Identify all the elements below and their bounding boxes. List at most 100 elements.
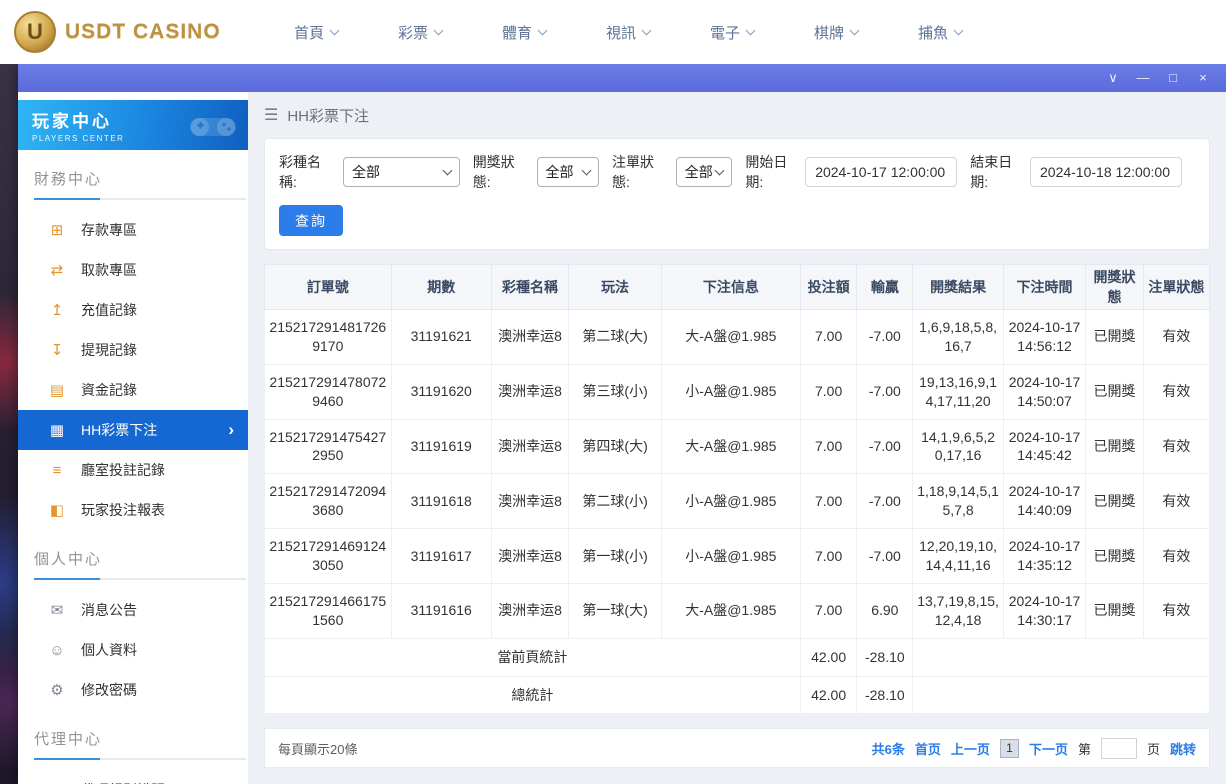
sidebar-item[interactable]: ◧ 玩家投注報表 [18,490,248,530]
sidebar-item-icon: ◧ [48,501,66,519]
section-agent-center: 代理中心 [18,728,248,760]
cell-bet-info: 小-A盤@1.985 [661,474,800,529]
page-summary-label: 當前頁統計 [265,638,801,676]
nav-menu-label: 首頁 [294,22,324,43]
next-page-link[interactable]: 下一页 [1029,739,1068,758]
section-divider [34,198,246,200]
sidebar-item[interactable]: ↧ 提現記錄 [18,330,248,370]
cell-play-type: 第一球(小) [569,529,662,584]
sidebar-item-icon: ⊞ [48,221,66,239]
table-header-cell: 期數 [391,265,491,310]
sidebar-item-label: 玩家投注報表 [81,500,165,520]
window-titlebar: ∨ — □ × [18,64,1226,92]
nav-menu-item[interactable]: 彩票 [368,22,472,43]
end-date-input[interactable] [1030,157,1182,187]
window-body: 玩家中心 PLAYERS CENTER 財務中心 [18,92,1226,784]
sidebar-item[interactable]: ⚙ 修改密碼 [18,670,248,710]
sidebar-item[interactable]: ▤ 資金記錄 [18,370,248,410]
cell-order-number: 2152172914817269170 [265,310,392,365]
sidebar-item-icon: ↥ [48,301,66,319]
nav-menu-item[interactable]: 視訊 [576,22,680,43]
nav-menu-item[interactable]: 電子 [680,22,784,43]
cell-bet-amount: 7.00 [800,310,857,365]
cell-draw-result: 13,7,19,8,15,12,4,18 [913,583,1004,638]
cell-draw-status: 已開獎 [1086,474,1144,529]
cell-win-loss: -7.00 [857,529,913,584]
nav-menu-item[interactable]: 首頁 [264,22,368,43]
prev-page-link[interactable]: 上一页 [951,739,990,758]
search-button[interactable]: 查詢 [279,205,343,236]
cell-bet-amount: 7.00 [800,583,857,638]
menu-icon[interactable]: ☰ [264,105,278,125]
cell-win-loss: -7.00 [857,364,913,419]
nav-menu-label: 彩票 [398,22,428,43]
sidebar-item[interactable]: ✉ 消息公告 [18,590,248,630]
cell-draw-status: 已開獎 [1086,310,1144,365]
sidebar-item-icon: ≡ [48,462,66,479]
window-close-icon[interactable]: × [1188,64,1218,92]
sidebar-item[interactable]: ≡ 廳室投註記錄 [18,450,248,490]
gamepad-icon [186,108,240,142]
cell-period: 31191621 [391,310,491,365]
cell-period: 31191616 [391,583,491,638]
finance-menu: ⊞ 存款專區 ⇄ 取款專區 ↥ 充值記錄 [18,210,248,530]
nav-menu-item[interactable]: 體育 [472,22,576,43]
cell-play-type: 第一球(大) [569,583,662,638]
page-summary-amount: 42.00 [800,638,857,676]
cell-period: 31191620 [391,364,491,419]
jump-button[interactable]: 跳转 [1170,739,1196,758]
pagination-bar: 每頁顯示20條 共6条 首页 上一页 1 下一页 第 页 跳转 [264,728,1210,768]
sidebar-item[interactable]: ↥ 充值記錄 [18,290,248,330]
page-summary-empty [913,638,1210,676]
table-row: 2152172914817269170 31191621 澳洲幸运8 第二球(大… [265,310,1210,365]
sidebar-item[interactable]: ⊞ 存款專區 [18,210,248,250]
table-row: 2152172914780729460 31191620 澳洲幸运8 第三球(小… [265,364,1210,419]
cell-bet-time: 2024-10-17 14:30:17 [1003,583,1085,638]
sidebar-item-label: 提現記錄 [81,340,137,360]
cell-order-number: 2152172914661751560 [265,583,392,638]
cell-play-type: 第二球(大) [569,310,662,365]
window-maximize-icon[interactable]: □ [1158,64,1188,92]
cell-bet-amount: 7.00 [800,474,857,529]
cell-bet-info: 大-A盤@1.985 [661,419,800,474]
cell-lottery-name: 澳洲幸运8 [491,310,568,365]
table-header-cell: 注單狀態 [1143,265,1209,310]
cell-period: 31191617 [391,529,491,584]
cell-order-status: 有效 [1143,364,1209,419]
nav-menu-label: 視訊 [606,22,636,43]
window-minimize-icon[interactable]: — [1128,64,1158,92]
cell-win-loss: -7.00 [857,474,913,529]
cell-lottery-name: 澳洲幸运8 [491,364,568,419]
sidebar-item[interactable]: ☺ 個人資料 [18,630,248,670]
cell-bet-amount: 7.00 [800,419,857,474]
start-date-input[interactable] [805,157,957,187]
cell-win-loss: -7.00 [857,419,913,474]
nav-menu-item[interactable]: 棋牌 [784,22,888,43]
table-header-cell: 開獎結果 [913,265,1004,310]
window-collapse-icon[interactable]: ∨ [1098,64,1128,92]
draw-status-select[interactable]: 全部 [537,157,599,187]
sidebar-item[interactable]: ▦ HH彩票下注 › [18,410,248,450]
sidebar-item[interactable]: ⇄ 取款專區 [18,250,248,290]
jump-page-input[interactable] [1101,738,1137,759]
top-navigation: U USDT CASINO 首頁 彩票 體育 視訊 [0,0,1226,64]
nav-menu-item[interactable]: 捕魚 [888,22,992,43]
section-divider [34,758,246,760]
cell-draw-result: 1,18,9,14,5,15,7,8 [913,474,1004,529]
filter-row: 彩種名稱: 全部 開獎狀態: 全部 注單狀態 [279,152,1195,192]
lottery-select[interactable]: 全部 [343,157,460,187]
chevron-down-icon [442,166,452,176]
total-summary-empty [913,676,1210,714]
cell-draw-result: 19,13,16,9,14,17,11,20 [913,364,1004,419]
sidebar-item-icon: ⚙ [48,681,66,699]
cell-lottery-name: 澳洲幸运8 [491,529,568,584]
order-status-select[interactable]: 全部 [676,157,733,187]
current-page-indicator[interactable]: 1 [1000,739,1019,758]
bets-table: 訂單號期數彩種名稱玩法下注信息投注額輸贏開獎結果下注時間開獎狀態注單狀態 215… [264,264,1210,714]
first-page-link[interactable]: 首页 [915,739,941,758]
site-logo[interactable]: U USDT CASINO [14,11,250,53]
cell-bet-time: 2024-10-17 14:40:09 [1003,474,1085,529]
personal-menu: ✉ 消息公告 ☺ 個人資料 ⚙ 修改密碼 [18,590,248,710]
cell-period: 31191619 [391,419,491,474]
sidebar-item[interactable]: ✎ 代理規則說明 [18,770,248,784]
